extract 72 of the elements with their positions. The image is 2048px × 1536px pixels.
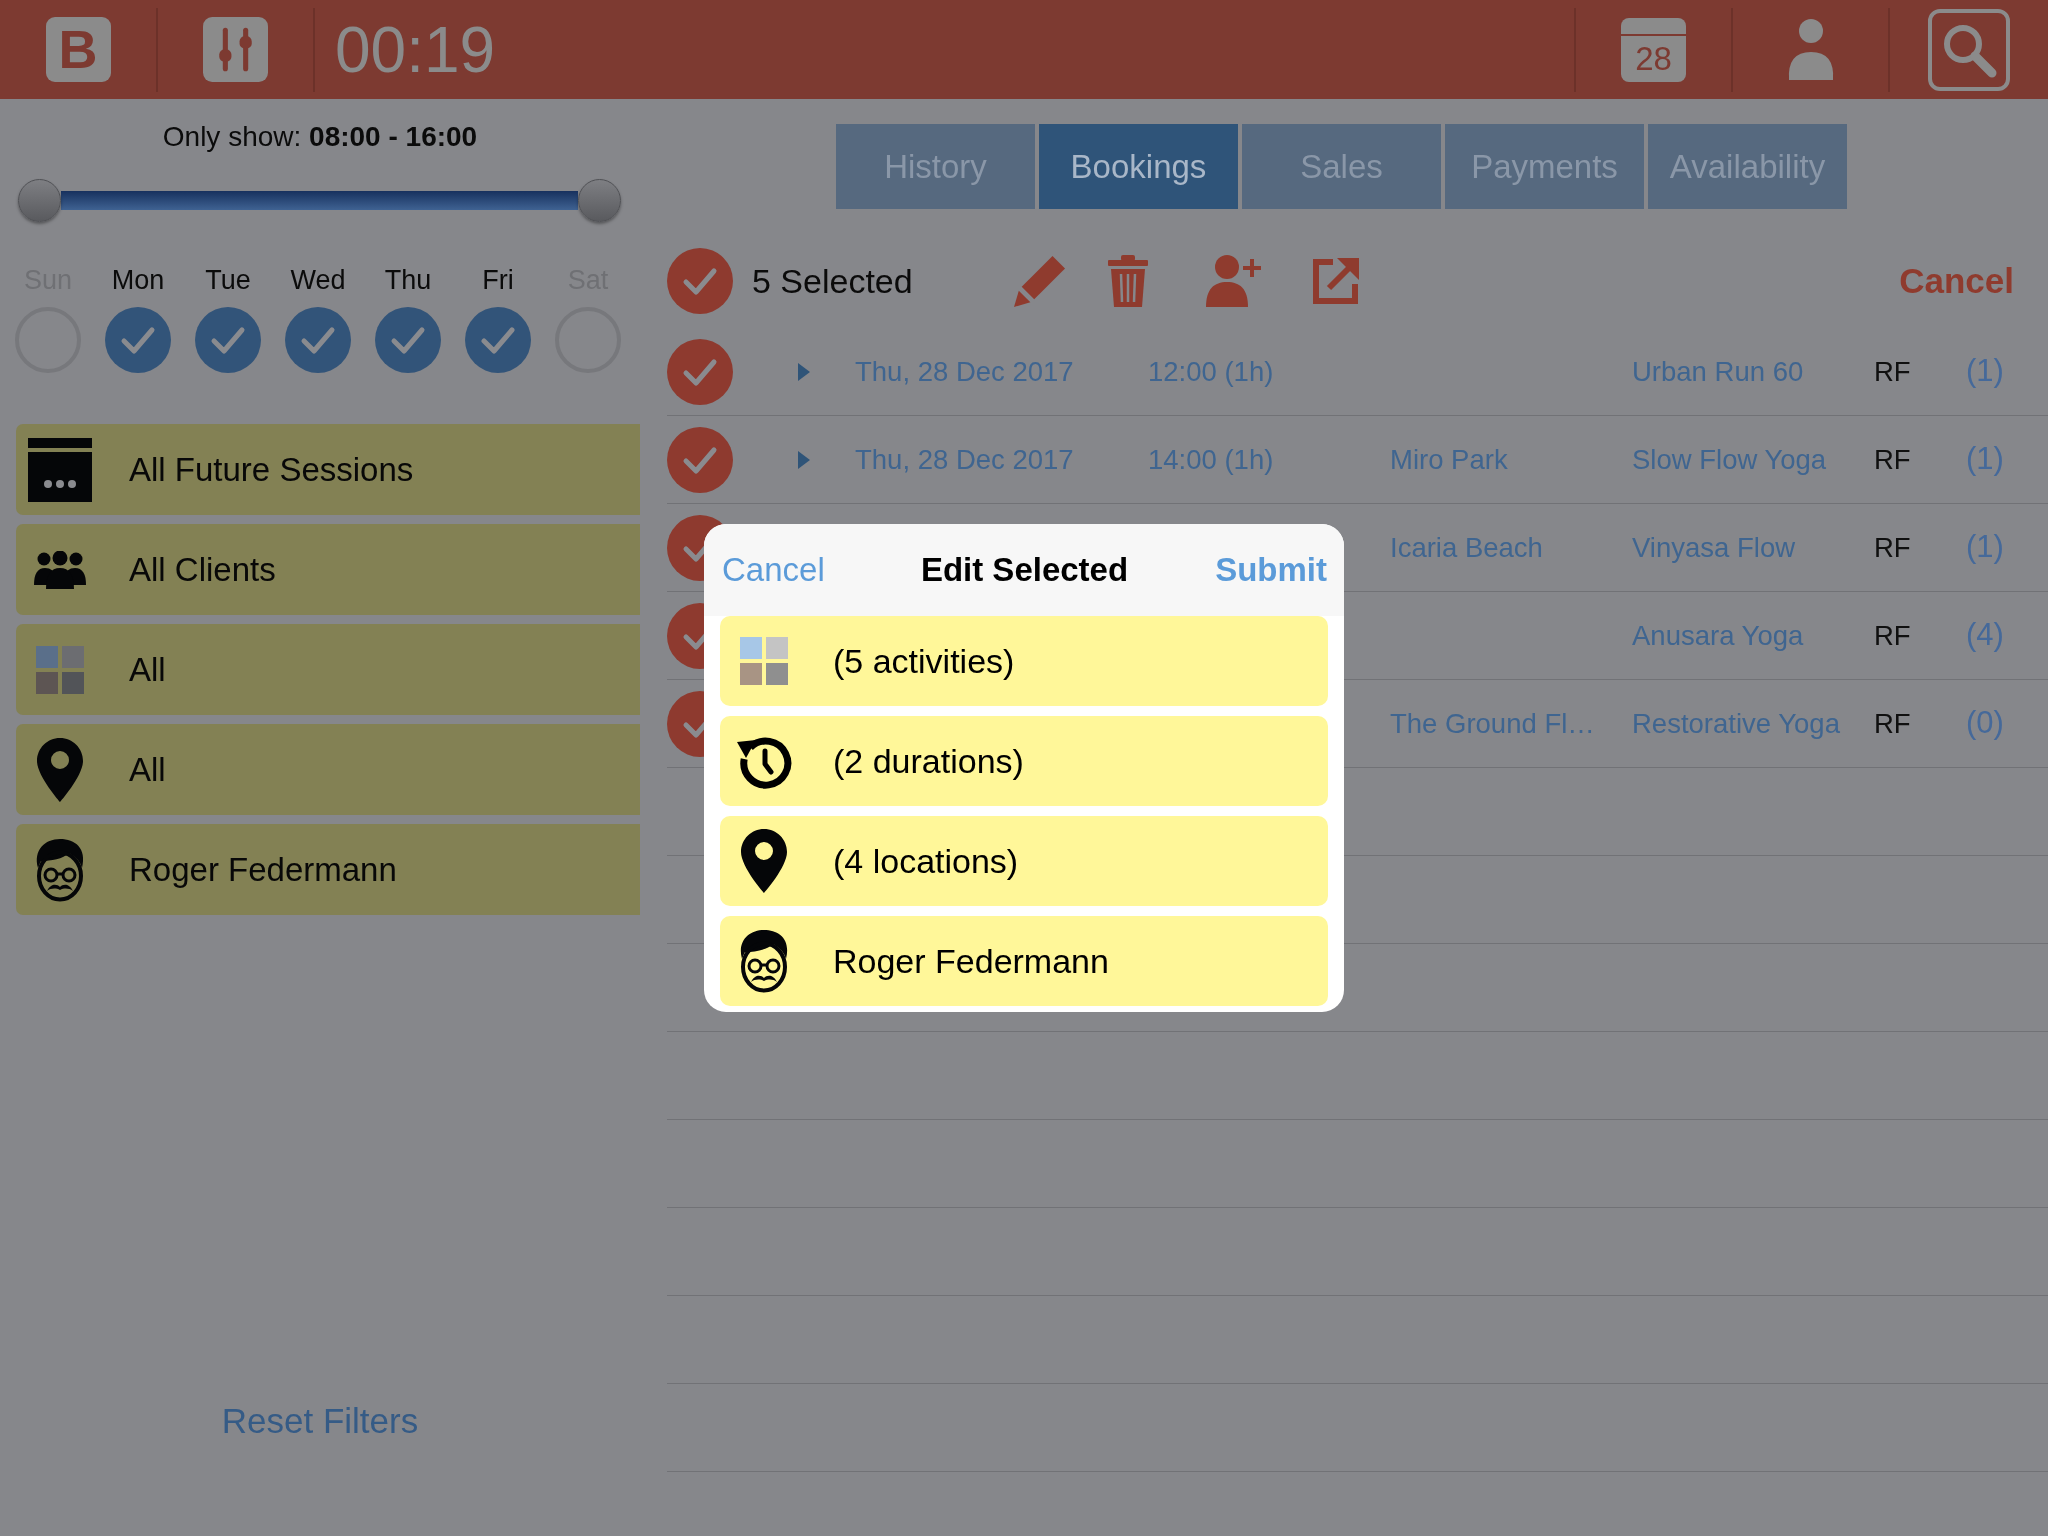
trash-icon[interactable]	[1108, 255, 1148, 307]
grid-icon	[36, 645, 84, 694]
day-checkbox[interactable]	[105, 307, 171, 373]
instructor-initials: RF	[1874, 706, 1911, 741]
session-date: Thu, 28 Dec 2017	[855, 442, 1074, 477]
day-label: Wed	[290, 264, 346, 297]
range-slider-track[interactable]	[61, 191, 578, 210]
instructor-initials: RF	[1874, 530, 1911, 565]
filter-button[interactable]: All Future Sessions	[16, 424, 640, 515]
filter-button[interactable]: Roger Federmann	[16, 824, 640, 915]
filter-button[interactable]: All	[16, 624, 640, 715]
caret-icon[interactable]	[798, 450, 810, 469]
slider-handle[interactable]	[18, 179, 61, 222]
calendar-dots-icon	[28, 437, 92, 502]
day-checkbox[interactable]	[375, 307, 441, 373]
submit-button[interactable]: Submit	[1215, 545, 1327, 595]
booking-count: (1)	[1966, 352, 2004, 391]
instructor-initials: RF	[1874, 354, 1911, 389]
tab[interactable]: Bookings	[1039, 124, 1238, 209]
box-arrow-icon[interactable]	[1311, 256, 1361, 306]
row-checkbox[interactable]	[667, 338, 733, 405]
day-label: Tue	[205, 264, 251, 297]
reset-filters-link[interactable]: Reset Filters	[221, 1400, 419, 1442]
app-logo[interactable]: B	[45, 17, 111, 82]
activity-name: Slow Flow Yoga	[1632, 442, 1827, 477]
activity-name: Urban Run 60	[1632, 354, 1804, 389]
grid-icon	[740, 637, 788, 685]
time-range-label: Only show: 08:00 - 16:00	[162, 120, 478, 154]
day-label: Mon	[111, 264, 165, 297]
activity-name: Anusara Yoga	[1632, 618, 1804, 653]
location-name: Miro Park	[1390, 442, 1508, 477]
location-name: The Ground Fl…	[1390, 706, 1595, 741]
booking-count: (0)	[1966, 704, 2004, 743]
day-checkbox[interactable]	[465, 307, 531, 373]
add-person-icon[interactable]	[1206, 255, 1262, 307]
edit-field-button[interactable]: (5 activities)	[720, 616, 1328, 706]
session-date: Thu, 28 Dec 2017	[855, 354, 1074, 389]
session-time: 14:00 (1h)	[1148, 442, 1274, 477]
search-icon[interactable]	[1928, 8, 2010, 91]
cancel-button[interactable]: Cancel	[1899, 254, 2014, 308]
day-label: Fri	[482, 264, 514, 297]
day-checkbox[interactable]	[195, 307, 261, 373]
filter-button[interactable]: All Clients	[16, 524, 640, 615]
edit-field-button[interactable]: Roger Federmann	[720, 916, 1328, 1006]
slider-handle[interactable]	[578, 179, 621, 222]
instructor-initials: RF	[1874, 442, 1911, 477]
calendar-button[interactable]: 28	[1621, 17, 1686, 82]
dialog-title: Edit Selected	[920, 550, 1129, 591]
pencil-icon[interactable]	[1014, 255, 1066, 307]
group-icon	[34, 550, 86, 589]
pin-icon	[741, 829, 787, 893]
day-label: Thu	[384, 264, 432, 297]
booking-count: (1)	[1966, 528, 2004, 567]
day-checkbox[interactable]	[285, 307, 351, 373]
elapsed-time: 00:19	[335, 17, 496, 82]
sliders-icon[interactable]	[203, 17, 268, 82]
booking-count: (1)	[1966, 440, 2004, 479]
cancel-button[interactable]: Cancel	[722, 545, 825, 595]
caret-icon[interactable]	[798, 362, 810, 381]
pin-icon	[37, 737, 83, 802]
edit-field-button[interactable]: (4 locations)	[720, 816, 1328, 906]
activity-name: Vinyasa Flow	[1632, 530, 1796, 565]
activity-name: Restorative Yoga	[1632, 706, 1840, 741]
booking-count: (4)	[1966, 616, 2004, 655]
row-checkbox[interactable]	[667, 426, 733, 493]
location-name: Icaria Beach	[1390, 530, 1543, 565]
edit-field-button[interactable]: (2 durations)	[720, 716, 1328, 806]
instructor-initials: RF	[1874, 618, 1911, 653]
selection-count: 5 Selected	[752, 260, 914, 302]
select-all-checkbox[interactable]	[667, 248, 733, 314]
filter-button[interactable]: All	[16, 724, 640, 815]
session-time: 12:00 (1h)	[1148, 354, 1274, 389]
